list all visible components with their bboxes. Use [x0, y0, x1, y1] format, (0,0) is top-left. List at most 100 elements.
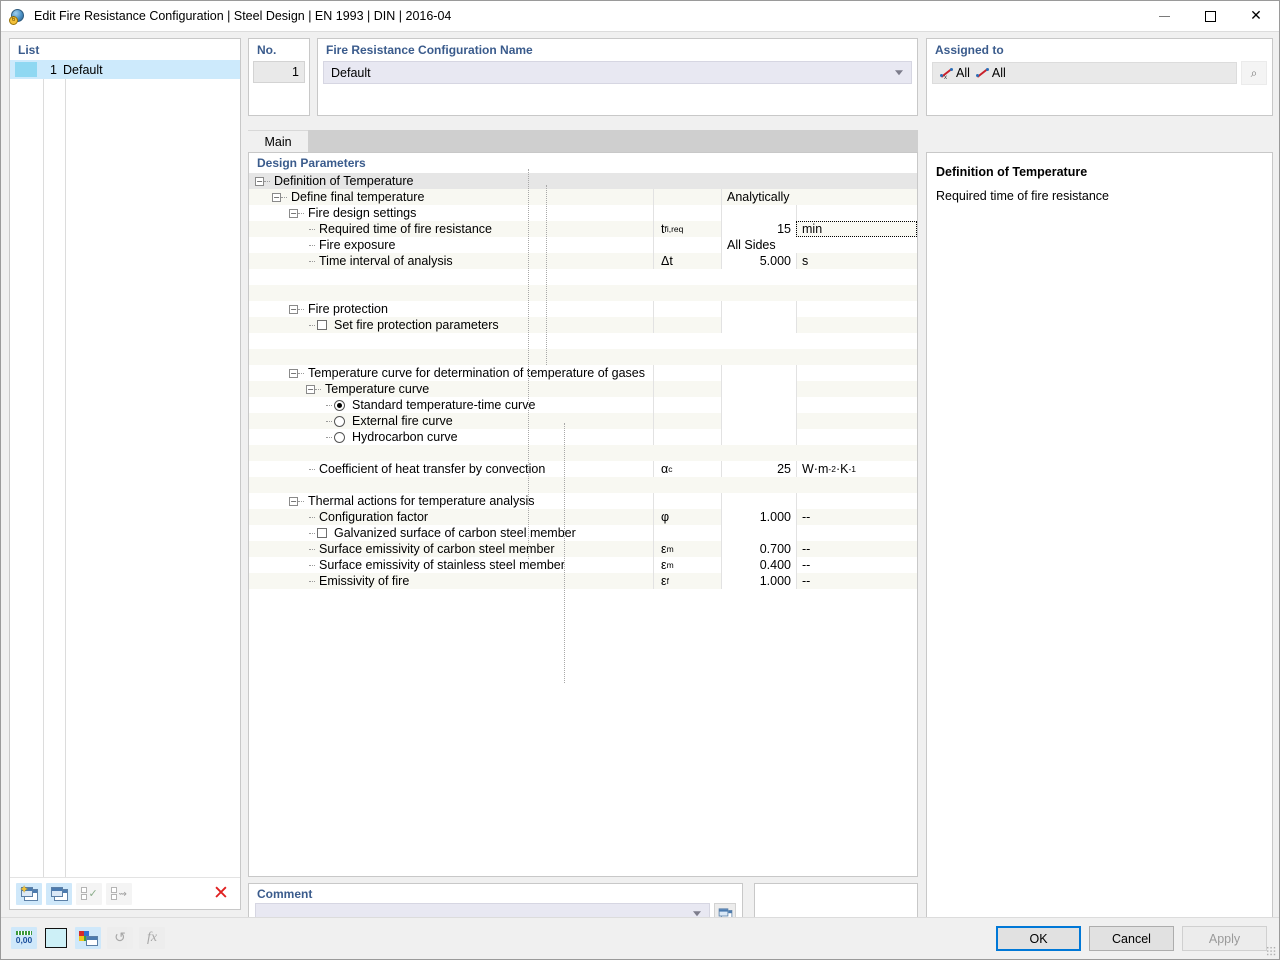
- tree-connector: [326, 404, 332, 406]
- pick-in-model-button[interactable]: ⌕: [1241, 61, 1267, 85]
- tree-row-value[interactable]: [721, 413, 796, 429]
- checkbox[interactable]: [317, 528, 327, 538]
- units-and-decimals-button[interactable]: 0,00: [11, 927, 37, 949]
- tree-row[interactable]: Set fire protection parameters: [249, 317, 917, 333]
- minimize-button[interactable]: [1141, 1, 1187, 32]
- restore-default-button[interactable]: ↺: [107, 927, 133, 949]
- display-properties-button[interactable]: [75, 927, 101, 949]
- tree-row-value[interactable]: All Sides: [721, 237, 917, 253]
- tab-main[interactable]: Main: [248, 130, 308, 152]
- tree-connector: [309, 468, 315, 470]
- tree-row[interactable]: [249, 477, 917, 493]
- color-swatch-button[interactable]: [43, 927, 69, 949]
- tree-row-unit[interactable]: --: [796, 557, 917, 573]
- tree-row[interactable]: [249, 333, 917, 349]
- tree-row[interactable]: [249, 445, 917, 461]
- tree-row[interactable]: Configuration factor φ 1.000 --: [249, 509, 917, 525]
- assigned-item-sets: All: [975, 66, 1006, 80]
- tree-row-value[interactable]: 15: [721, 221, 796, 237]
- tree-row-label: Hydrocarbon curve: [352, 430, 458, 444]
- tree-row-value[interactable]: [721, 397, 796, 413]
- dialog-window: 6 Edit Fire Resistance Configuration | S…: [0, 0, 1280, 960]
- collapse-expander-icon[interactable]: −: [289, 368, 298, 378]
- ok-button[interactable]: OK: [996, 926, 1081, 951]
- tree-row-value[interactable]: 5.000: [721, 253, 796, 269]
- tree-row[interactable]: − Temperature curve for determination of …: [249, 365, 917, 381]
- tree-row-unit[interactable]: --: [796, 573, 917, 589]
- tree-row[interactable]: [249, 285, 917, 301]
- tree-row[interactable]: External fire curve: [249, 413, 917, 429]
- assigned-label-1: All: [956, 66, 970, 80]
- tree-row[interactable]: Surface emissivity of carbon steel membe…: [249, 541, 917, 557]
- tree-row-value[interactable]: 1.000: [721, 509, 796, 525]
- radio-button[interactable]: [334, 431, 345, 443]
- tree-row-value[interactable]: [721, 429, 796, 445]
- collapse-expander-icon[interactable]: −: [255, 176, 264, 186]
- collapse-expander-icon[interactable]: −: [289, 496, 298, 506]
- cancel-button[interactable]: Cancel: [1089, 926, 1174, 951]
- resize-grip[interactable]: [1266, 946, 1276, 956]
- tree-row-unit[interactable]: [796, 397, 917, 413]
- copy-configuration-button[interactable]: [46, 882, 72, 905]
- tree-row[interactable]: Surface emissivity of stainless steel me…: [249, 557, 917, 573]
- tree-row-value[interactable]: [721, 317, 796, 333]
- tree-row-value[interactable]: [721, 525, 796, 541]
- tree-row-unit[interactable]: min: [796, 221, 917, 237]
- tree-row-value[interactable]: 0.700: [721, 541, 796, 557]
- info-panel-title: Definition of Temperature: [936, 165, 1088, 179]
- tree-row[interactable]: Time interval of analysis Δt 5.000 s: [249, 253, 917, 269]
- tree-row-value[interactable]: 0.400: [721, 557, 796, 573]
- name-combobox[interactable]: Default: [323, 61, 912, 84]
- tree-row-value[interactable]: 25: [721, 461, 796, 477]
- tree-row[interactable]: Galvanized surface of carbon steel membe…: [249, 525, 917, 541]
- tree-row-unit[interactable]: [796, 429, 917, 445]
- tree-row-unit[interactable]: s: [796, 253, 917, 269]
- tree-row-value[interactable]: 1.000: [721, 573, 796, 589]
- apply-selection-button[interactable]: ⇝: [106, 882, 132, 905]
- maximize-button[interactable]: [1187, 1, 1233, 32]
- formula-editor-button[interactable]: fx: [139, 927, 165, 949]
- tree-row-label-cell: Emissivity of fire: [249, 573, 653, 589]
- tree-row[interactable]: Fire exposure All Sides: [249, 237, 917, 253]
- tree-row[interactable]: − Fire protection: [249, 301, 917, 317]
- tree-row-value[interactable]: Analytically: [721, 189, 917, 205]
- tree-row-label-cell: − Definition of Temperature: [249, 173, 653, 189]
- tree-row[interactable]: [249, 269, 917, 285]
- new-configuration-button[interactable]: ✦: [16, 882, 42, 905]
- tree-row-unit[interactable]: --: [796, 541, 917, 557]
- radio-button[interactable]: [334, 399, 345, 411]
- check-selection-button[interactable]: ✓: [76, 882, 102, 905]
- tree-row-unit[interactable]: [796, 413, 917, 429]
- tree-row[interactable]: − Definition of Temperature: [249, 173, 917, 189]
- collapse-expander-icon[interactable]: −: [289, 208, 298, 218]
- tree-row[interactable]: Emissivity of fire ε f 1.000 --: [249, 573, 917, 589]
- tree-row[interactable]: Required time of fire resistance t fi,req 1…: [249, 221, 917, 237]
- tree-row[interactable]: Coefficient of heat transfer by convecti…: [249, 461, 917, 477]
- collapse-expander-icon[interactable]: −: [306, 384, 315, 394]
- tree-row[interactable]: − Fire design settings: [249, 205, 917, 221]
- tree-row-unit[interactable]: [796, 525, 917, 541]
- tree-row-unit[interactable]: W·m -2 ·K -1: [796, 461, 917, 477]
- tree-row[interactable]: Standard temperature-time curve: [249, 397, 917, 413]
- tree-row-symbol: εm: [653, 541, 721, 557]
- collapse-expander-icon[interactable]: −: [289, 304, 298, 314]
- window-title: Edit Fire Resistance Configuration | Ste…: [34, 9, 452, 23]
- tree-row[interactable]: − Temperature curve: [249, 381, 917, 397]
- tree-row-symbol: αc: [653, 461, 721, 477]
- tree-guide-line: [528, 169, 529, 559]
- tree-row[interactable]: − Define final temperature Analytically: [249, 189, 917, 205]
- assigned-field[interactable]: x All All: [932, 62, 1237, 84]
- radio-button[interactable]: [334, 415, 345, 427]
- tree-row-unit[interactable]: [796, 317, 917, 333]
- tree-row-unit[interactable]: --: [796, 509, 917, 525]
- number-field[interactable]: 1: [253, 61, 305, 83]
- delete-configuration-button[interactable]: ✕: [208, 883, 234, 905]
- checkbox[interactable]: [317, 320, 327, 330]
- tree-row[interactable]: − Thermal actions for temperature analysi…: [249, 493, 917, 509]
- collapse-expander-icon[interactable]: −: [272, 192, 281, 202]
- tree-row[interactable]: [249, 349, 917, 365]
- tree-row[interactable]: Hydrocarbon curve: [249, 429, 917, 445]
- list-item[interactable]: 1 Default: [10, 60, 240, 79]
- close-button[interactable]: ✕: [1233, 1, 1279, 32]
- tree-row-label: Fire protection: [308, 302, 388, 316]
